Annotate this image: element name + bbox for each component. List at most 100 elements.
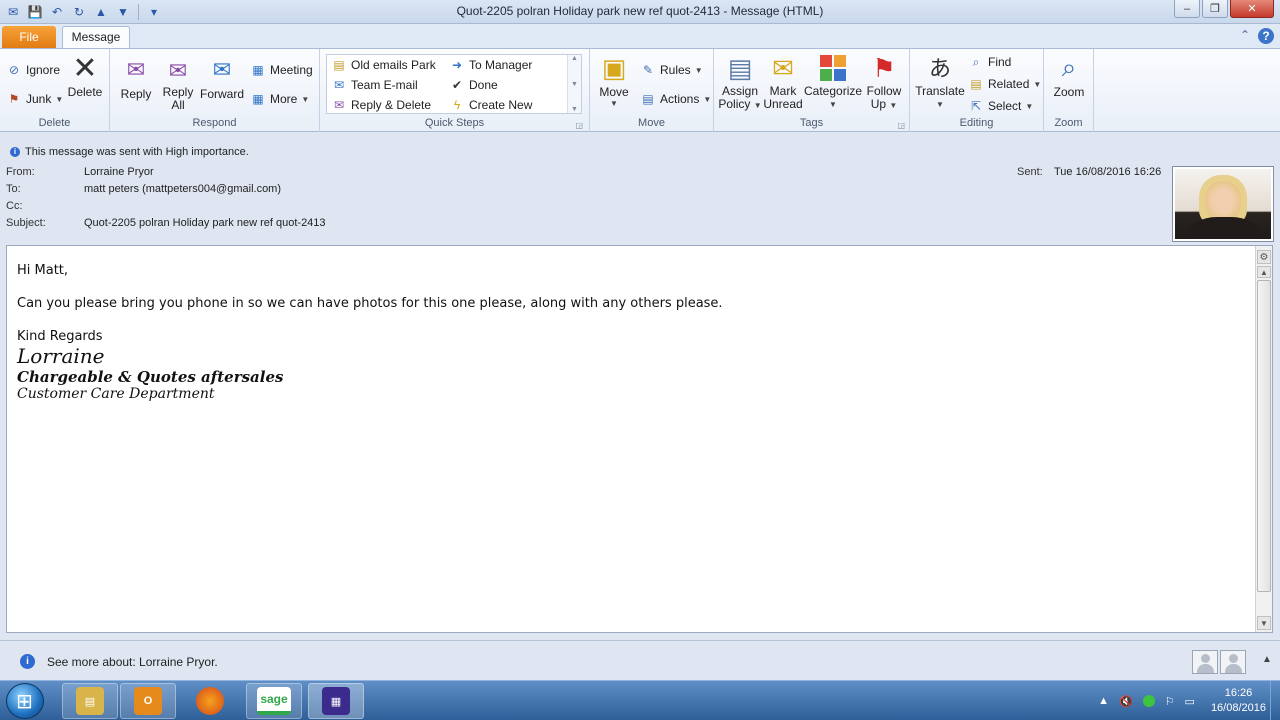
contact-avatar-icon[interactable] [1192, 650, 1218, 674]
system-tray: ▲ 🔇 ⚐ ▭ 16:26 16/08/2016 [1098, 681, 1280, 720]
avatar [1175, 169, 1271, 239]
move-button[interactable]: ▣ Move ▼ [596, 53, 632, 109]
reply-all-button[interactable]: ✉ Reply All [158, 55, 198, 112]
subject-label: Subject: [6, 217, 46, 229]
ignore-button[interactable]: ⊘ Ignore [6, 62, 60, 78]
signature-department: Customer Care Department [17, 386, 215, 402]
scroll-up-button[interactable]: ▲ [1257, 266, 1271, 278]
start-button[interactable] [6, 683, 44, 719]
reply-icon: ✉ [126, 57, 146, 82]
chevron-down-icon: ▼ [301, 94, 310, 104]
window-title: Quot-2205 polran Holiday park new ref qu… [456, 4, 824, 18]
junk-button[interactable]: ⚑ Junk ▼ [6, 91, 64, 107]
display-icon[interactable]: ▭ [1185, 695, 1195, 708]
scroll-down-button[interactable]: ▼ [1257, 616, 1271, 630]
action-center-flag-icon[interactable]: ⚐ [1165, 695, 1175, 708]
body-paragraph: Can you please bring you phone in so we … [17, 296, 723, 311]
signature-name: Lorraine [17, 344, 105, 368]
title-bar: ✉ 💾 ↶ ↻ ▲ ▼ ▾ Quot-2205 polran Holiday p… [0, 0, 1280, 24]
help-icon[interactable]: ? [1258, 28, 1274, 44]
minimize-button[interactable]: – [1174, 0, 1200, 18]
taskbar-app[interactable]: ▦ [308, 683, 364, 719]
quickstep-team-email[interactable]: ✉ Team E-mail [331, 77, 418, 93]
restore-button[interactable]: ❐ [1202, 0, 1228, 18]
mark-unread-icon: ✉ [772, 52, 794, 83]
quickstep-create-new[interactable]: ϟ Create New [449, 97, 533, 113]
network-status-icon[interactable] [1142, 695, 1155, 707]
taskbar-firefox[interactable] [182, 683, 238, 719]
contact-avatar-icon[interactable] [1220, 650, 1246, 674]
taskbar-outlook[interactable]: O [120, 683, 176, 719]
meeting-button[interactable]: ▦ Meeting [250, 62, 312, 78]
respond-group: ✉ Reply ✉ Reply All ✉ Forward ▦ Meeting … [110, 49, 320, 132]
delete-button[interactable]: ✕ Delete [64, 51, 106, 100]
more-button[interactable]: ▦ More ▼ [250, 91, 309, 107]
more-icon: ▦ [252, 92, 264, 106]
find-button[interactable]: ⌕ Find [968, 54, 1012, 70]
sender-photo[interactable] [1172, 166, 1274, 242]
quickstep-to-manager[interactable]: ➜ To Manager [449, 57, 532, 73]
forward-button[interactable]: ✉ Forward [200, 55, 244, 101]
tags-group: ▤ Assign Policy ▼ ✉ Mark Unread Categori… [714, 49, 910, 132]
assign-policy-icon: ▤ [727, 52, 753, 83]
ribbon-tabs: File Message ⌃ ? [0, 24, 1280, 49]
tab-message[interactable]: Message [62, 26, 130, 49]
reply-button[interactable]: ✉ Reply [118, 55, 154, 101]
select-button[interactable]: ⇱ Select ▼ [968, 98, 1033, 114]
show-desktop-button[interactable] [1270, 681, 1280, 720]
mark-unread-button[interactable]: ✉ Mark Unread [762, 53, 804, 111]
people-pane: i See more about: Lorraine Pryor. ▲ [0, 640, 1280, 680]
meeting-icon: ▦ [252, 63, 264, 77]
lightning-icon: ϟ [453, 98, 461, 112]
categorize-button[interactable]: Categorize ▼ [804, 53, 862, 111]
message-header: i This message was sent with High import… [0, 132, 1280, 244]
taskbar-sage[interactable]: sage [246, 683, 302, 719]
minimize-ribbon-icon[interactable]: ⌃ [1240, 28, 1250, 44]
move-group: ▣ Move ▼ ✎ Rules ▼ ▤ Actions ▼ Move [590, 49, 714, 132]
delete-group: ⊘ Ignore ⚑ Junk ▼ ✕ Delete Delete [0, 49, 110, 132]
quickstep-done[interactable]: ✔ Done [449, 77, 498, 93]
flag-icon: ⚑ [872, 52, 896, 83]
window-controls: – ❐ ✕ [1174, 0, 1274, 18]
quickstep-reply-delete[interactable]: ✉ Reply & Delete [331, 97, 431, 113]
scroll-thumb[interactable] [1257, 280, 1271, 592]
delete-x-icon: ✕ [72, 51, 98, 85]
chevron-up-icon[interactable]: ▲ [1262, 654, 1272, 665]
cc-label: Cc: [6, 200, 23, 212]
show-hidden-icons-icon[interactable]: ▲ [1098, 695, 1109, 707]
translate-button[interactable]: あ Translate ▼ [914, 53, 966, 111]
to-value[interactable]: matt peters (mattpeters004@gmail.com) [84, 183, 281, 195]
move-to-folder-icon: ▤ [333, 58, 345, 72]
scroll-up-icon[interactable]: ▲ [571, 55, 578, 62]
expand-gallery-icon[interactable]: ▼ [571, 106, 578, 113]
clock[interactable]: 16:26 16/08/2016 [1211, 686, 1266, 716]
chevron-down-icon: ▼ [1033, 79, 1042, 89]
grid-app-icon: ▦ [322, 687, 350, 715]
related-button[interactable]: ▤ Related ▼ [968, 76, 1041, 92]
follow-up-button[interactable]: ⚑ Follow Up ▼ [864, 53, 904, 112]
close-button[interactable]: ✕ [1230, 0, 1274, 18]
zoom-button[interactable]: ⌕ Zoom [1050, 52, 1088, 99]
message-body[interactable]: Hi Matt, Can you please bring you phone … [6, 245, 1273, 633]
rules-button[interactable]: ✎ Rules ▼ [640, 62, 703, 78]
actions-button[interactable]: ▤ Actions ▼ [640, 91, 711, 107]
quickstep-old-emails-park[interactable]: ▤ Old emails Park [331, 57, 435, 73]
from-value[interactable]: Lorraine Pryor [84, 166, 154, 178]
assign-policy-button[interactable]: ▤ Assign Policy ▼ [718, 53, 762, 112]
volume-muted-icon[interactable]: 🔇 [1119, 695, 1133, 708]
scroll-down-icon[interactable]: ▼ [571, 81, 578, 88]
chevron-down-icon: ▼ [694, 65, 703, 75]
quick-steps-scroll[interactable]: ▲ ▼ ▼ [567, 55, 581, 113]
outlook-icon: O [134, 687, 162, 715]
binoculars-icon: ⌕ [972, 54, 980, 69]
sage-icon: sage [257, 687, 291, 715]
editing-group: あ Translate ▼ ⌕ Find ▤ Related ▼ ⇱ Selec… [910, 49, 1044, 132]
vertical-scrollbar[interactable]: ⚙ ▲ ▼ [1255, 246, 1272, 632]
info-icon: i [20, 654, 35, 669]
subject-value: Quot-2205 polran Holiday park new ref qu… [84, 217, 326, 229]
tab-file[interactable]: File [2, 26, 56, 48]
reply-all-icon: ✉ [168, 57, 188, 83]
signature-title: Chargeable & Quotes aftersales [17, 368, 284, 386]
taskbar-explorer[interactable]: ▤ [62, 683, 118, 719]
scroll-settings-icon[interactable]: ⚙ [1257, 250, 1271, 264]
